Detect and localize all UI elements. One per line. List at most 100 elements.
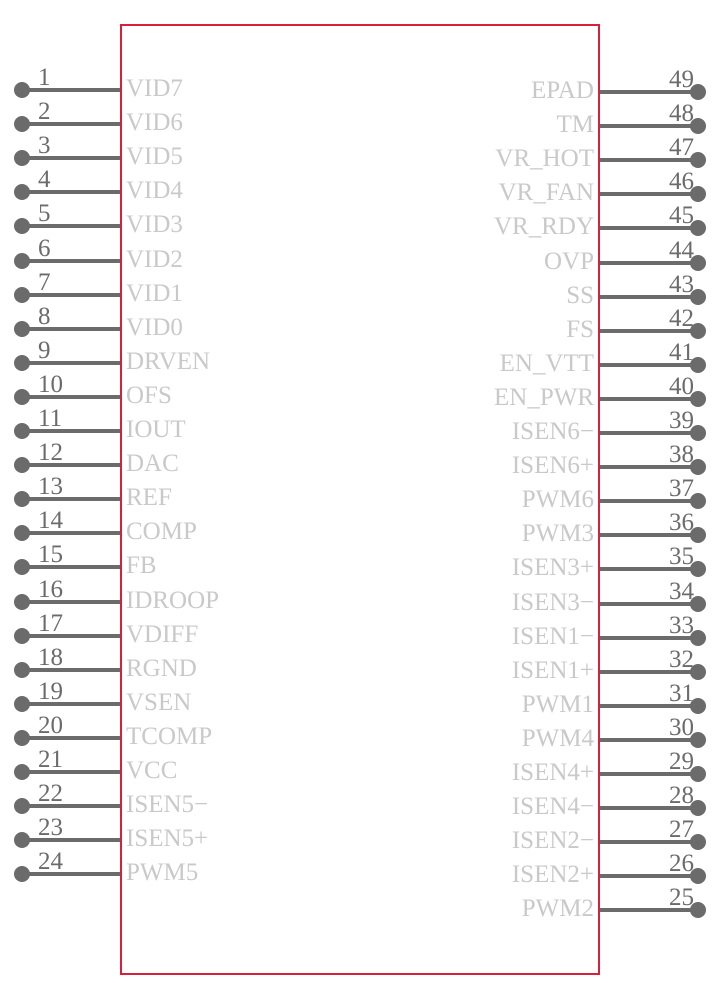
pin-terminal-dot[interactable] <box>14 82 30 98</box>
pin-line <box>22 838 120 843</box>
pin-number: 9 <box>38 336 51 364</box>
pin-terminal-dot[interactable] <box>14 764 30 780</box>
pin-number: 38 <box>669 441 694 469</box>
pin-name: VSEN <box>126 688 192 716</box>
pin-terminal-dot[interactable] <box>14 832 30 849</box>
pin-name: DAC <box>126 450 179 478</box>
pin-number: 7 <box>38 268 51 296</box>
schematic-symbol: 1 VID7 2 VID6 3 VID5 4 VID4 5 VID3 6 VID2 7 VID1 8 VID0… <box>0 0 720 1000</box>
pin-terminal-dot[interactable] <box>14 729 30 746</box>
pin-number: 25 <box>669 884 694 912</box>
pin-name: EPAD <box>531 77 594 104</box>
pin-number: 32 <box>669 645 694 673</box>
pin-number: 3 <box>38 132 51 160</box>
pin-name: ISEN4− <box>511 793 594 821</box>
pin-terminal-dot[interactable] <box>14 866 30 883</box>
pin-name: VID0 <box>126 313 183 341</box>
pin-number: 47 <box>669 134 694 162</box>
pin-number: 14 <box>38 507 63 535</box>
pin-number: 4 <box>38 166 51 194</box>
pin-name: VID1 <box>126 279 183 307</box>
pin-name: EN_PWR <box>494 383 594 411</box>
pin-number: 6 <box>38 234 51 262</box>
pin-line <box>22 599 120 604</box>
pin-number: 46 <box>669 168 694 196</box>
pin-terminal-dot[interactable] <box>14 491 30 508</box>
pin-line <box>22 633 120 638</box>
pin-line <box>22 565 120 570</box>
pin-name: IOUT <box>126 416 186 443</box>
pin-number: 13 <box>38 473 63 501</box>
pin-name: REF <box>126 484 172 512</box>
pin-number: 43 <box>669 270 694 298</box>
pin-line <box>22 326 120 331</box>
pin-name: VID5 <box>126 143 183 171</box>
pin-name: ISEN6+ <box>511 452 594 480</box>
pin-name: FB <box>126 552 157 580</box>
pin-number: 49 <box>669 66 694 93</box>
pin-name: ISEN2+ <box>511 861 594 889</box>
pin-line <box>22 463 120 468</box>
pin-name: ISEN1+ <box>511 656 594 684</box>
pin-line <box>22 701 120 706</box>
pin-terminal-dot[interactable] <box>14 695 30 712</box>
pin-name: DRVEN <box>126 347 211 375</box>
pin-number: 41 <box>669 338 694 366</box>
pin-number: 20 <box>38 711 63 739</box>
pin-number: 30 <box>669 713 694 741</box>
pin-line <box>22 497 120 502</box>
pin-terminal-dot[interactable] <box>14 354 30 371</box>
pin-name: COMP <box>126 518 197 546</box>
pin-number: 18 <box>38 643 63 671</box>
pin-number: 17 <box>38 609 63 637</box>
pin-terminal-dot[interactable] <box>14 525 30 542</box>
pin-number: 19 <box>38 677 63 705</box>
pin-number: 29 <box>669 748 694 775</box>
pin-line <box>22 258 120 263</box>
pin-line <box>22 770 120 774</box>
pin-name: ISEN6− <box>511 418 594 445</box>
pin-name: ISEN5− <box>126 791 209 819</box>
pin-number: 36 <box>669 509 694 537</box>
pin-name: SS <box>566 281 594 309</box>
pin-terminal-dot[interactable] <box>14 218 30 235</box>
pin-terminal-dot[interactable] <box>14 116 30 133</box>
pin-terminal-dot[interactable] <box>14 320 30 337</box>
pin-number: 2 <box>38 98 51 126</box>
pin-name: IDROOP <box>126 586 220 614</box>
pin-terminal-dot[interactable] <box>14 388 30 405</box>
pin-line <box>22 224 120 229</box>
pin-number: 21 <box>38 746 63 773</box>
pin-terminal-dot[interactable] <box>14 184 30 201</box>
pin-name: PWM5 <box>126 859 199 887</box>
pin-terminal-dot[interactable] <box>14 559 30 576</box>
pin-terminal-dot[interactable] <box>14 150 30 167</box>
pin-name: VID3 <box>126 211 183 239</box>
pin-terminal-dot[interactable] <box>14 457 30 474</box>
pin-name: TCOMP <box>126 722 213 750</box>
pin-name: OFS <box>126 381 172 409</box>
pin-number: 35 <box>669 543 694 571</box>
pin-number: 15 <box>38 541 63 569</box>
pin-terminal-dot[interactable] <box>14 252 30 269</box>
pin-line <box>22 804 120 809</box>
pin-terminal-dot[interactable] <box>14 593 30 610</box>
pin-name: PWM6 <box>521 486 594 514</box>
pin-name: VR_RDY <box>493 213 594 241</box>
pin-number: 42 <box>669 304 694 332</box>
pin-number: 31 <box>669 679 694 707</box>
pin-terminal-dot[interactable] <box>14 627 30 644</box>
pin-terminal-dot[interactable] <box>14 798 30 815</box>
pin-name: PWM3 <box>521 520 594 548</box>
pin-line <box>22 429 120 433</box>
pin-name: VID7 <box>126 75 183 102</box>
pin-number: 37 <box>669 475 694 503</box>
pin-name: ISEN3− <box>511 588 594 616</box>
pin-name: VR_HOT <box>495 145 594 173</box>
pin-number: 27 <box>669 816 694 844</box>
pin-terminal-dot[interactable] <box>14 286 30 303</box>
pin-number: 45 <box>669 202 694 230</box>
pin-line <box>22 156 120 161</box>
pin-terminal-dot[interactable] <box>14 423 30 439</box>
pin-terminal-dot[interactable] <box>14 661 30 678</box>
